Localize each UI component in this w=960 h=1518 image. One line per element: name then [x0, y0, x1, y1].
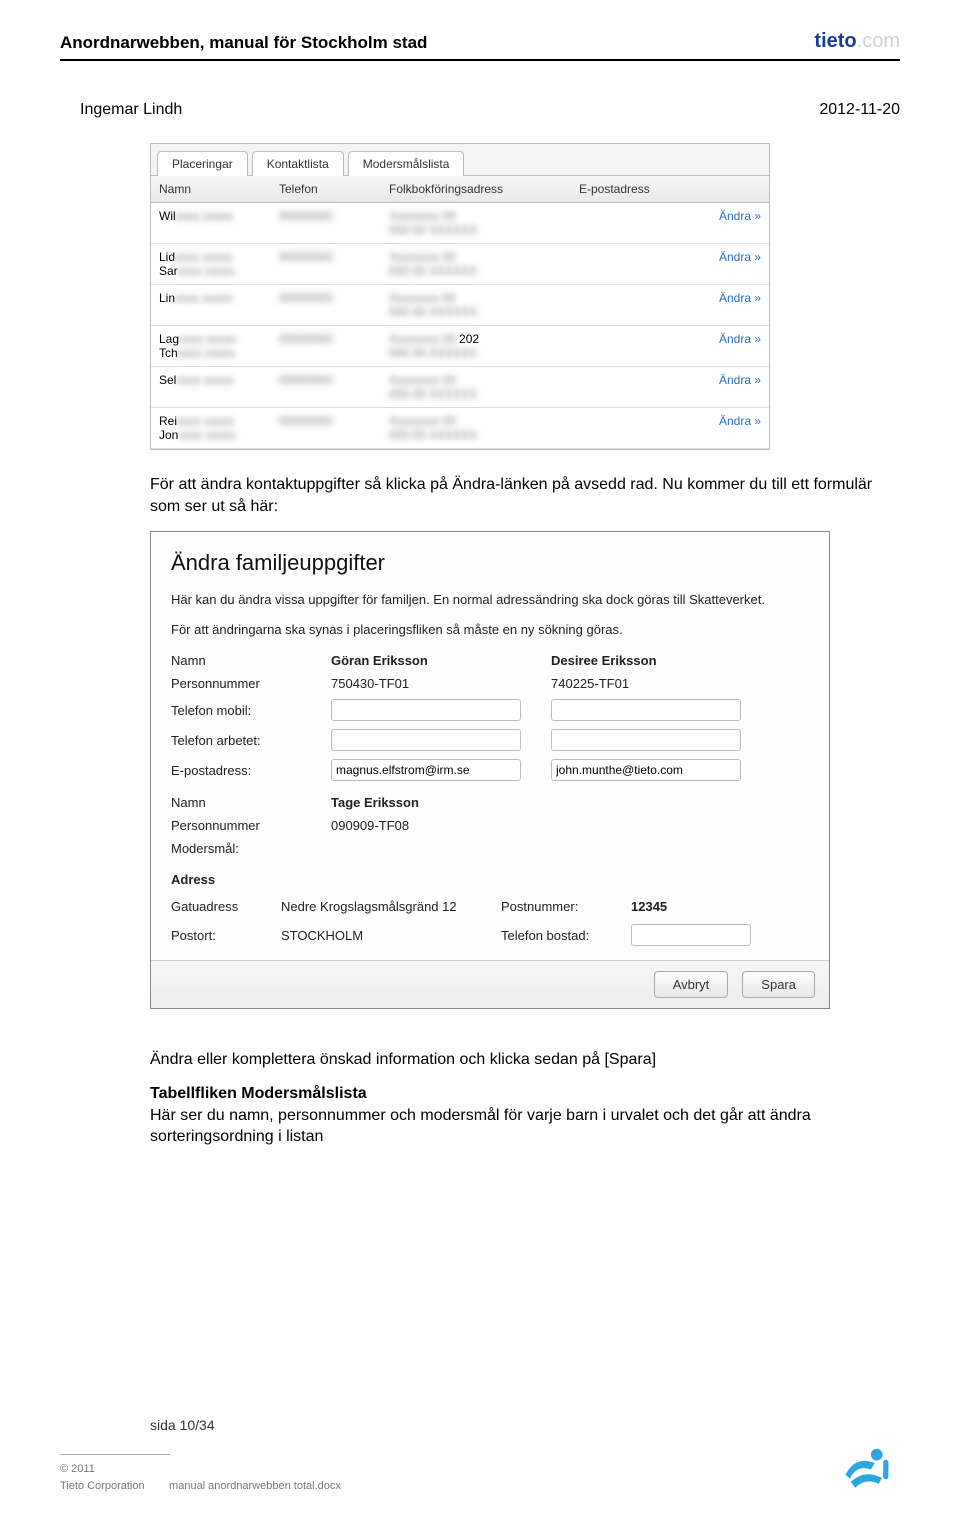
screenshot-contact-table: Placeringar Kontaktlista Modersmålslista… — [150, 143, 770, 450]
tab-modersmalslista[interactable]: Modersmålslista — [348, 151, 465, 176]
cell-telefon: 00000000 — [271, 285, 381, 311]
footer-filename: manual anordnarwebben total.docx — [169, 1480, 341, 1492]
cell-namn: Lagxxxx xxxxxTchxxxx xxxxx — [151, 326, 271, 366]
label-child-pnr: Personnummer — [171, 818, 331, 833]
cell-adress: Xxxxxxxx 00000 00 XXXXXX — [381, 244, 571, 284]
edit-link[interactable]: Ändra » — [719, 250, 761, 264]
doc-title: Anordnarwebben, manual för Stockholm sta… — [60, 33, 427, 53]
label-email: E-postadress: — [171, 763, 331, 778]
cell-telefon: 00000000 — [271, 367, 381, 393]
edit-link[interactable]: Ändra » — [719, 291, 761, 305]
col-adress: Folkbokföringsadress — [381, 176, 571, 202]
input-p1-email[interactable] — [331, 759, 521, 781]
input-p2-tel-mobil[interactable] — [551, 699, 741, 721]
cell-epost — [571, 285, 681, 297]
edit-link[interactable]: Ändra » — [719, 414, 761, 428]
value-gatuadress: Nedre Krogslagsmålsgränd 12 — [281, 899, 501, 914]
input-p2-email[interactable] — [551, 759, 741, 781]
cell-epost — [571, 408, 681, 420]
instruction-paragraph-1: För att ändra kontaktuppgifter så klicka… — [150, 474, 880, 517]
edit-link[interactable]: Ändra » — [719, 332, 761, 346]
cell-epost — [571, 203, 681, 215]
table-row: Lagxxxx xxxxxTchxxxx xxxxx00000000Xxxxxx… — [151, 326, 769, 367]
form-lead-1: Här kan du ändra vissa uppgifter för fam… — [171, 590, 809, 610]
input-p2-tel-arbetet[interactable] — [551, 729, 741, 751]
cell-namn: Selxxxx xxxxx — [151, 367, 271, 393]
tab-bar: Placeringar Kontaktlista Modersmålslista — [151, 144, 769, 175]
edit-link[interactable]: Ändra » — [719, 209, 761, 223]
cell-adress: Xxxxxxxx 00000 00 XXXXXX — [381, 203, 571, 243]
cell-namn: Wilxxxx xxxxx — [151, 203, 271, 229]
cancel-button[interactable]: Avbryt — [654, 971, 729, 998]
cell-telefon: 00000000 — [271, 203, 381, 229]
edit-link[interactable]: Ändra » — [719, 373, 761, 387]
table-row: Linxxxx xxxxx00000000Xxxxxxxx 00000 00 X… — [151, 285, 769, 326]
table-header: Namn Telefon Folkbokföringsadress E-post… — [151, 175, 769, 203]
value-p1-namn: Göran Eriksson — [331, 653, 551, 668]
value-postnummer: 12345 — [631, 899, 751, 914]
cell-telefon: 00000000 — [271, 408, 381, 434]
footer-copyright: © 2011 — [60, 1461, 341, 1478]
table-row: Reixxxx xxxxxJonxxxx xxxxx00000000Xxxxxx… — [151, 408, 769, 449]
label-tel-arbetet: Telefon arbetet: — [171, 733, 331, 748]
cell-epost — [571, 326, 681, 338]
col-epost: E-postadress — [571, 176, 681, 202]
tab-kontaktlista[interactable]: Kontaktlista — [252, 151, 344, 176]
table-row: Wilxxxx xxxxx00000000Xxxxxxxx 00000 00 X… — [151, 203, 769, 244]
label-postnummer: Postnummer: — [501, 899, 631, 914]
label-postort: Postort: — [171, 928, 281, 943]
cell-adress: Xxxxxxxx 00000 00 XXXXXX — [381, 367, 571, 407]
label-modersmal: Modersmål: — [171, 841, 331, 856]
input-p1-tel-arbetet[interactable] — [331, 729, 521, 751]
input-p1-tel-mobil[interactable] — [331, 699, 521, 721]
label-tel-bostad: Telefon bostad: — [501, 928, 631, 943]
cell-telefon: 00000000 — [271, 244, 381, 270]
brand-main: tieto — [814, 30, 856, 52]
label-pnr: Personnummer — [171, 676, 331, 691]
col-namn: Namn — [151, 176, 271, 202]
page-number: sida 10/34 — [60, 1415, 341, 1436]
author: Ingemar Lindh — [80, 101, 182, 119]
tab-placeringar[interactable]: Placeringar — [157, 151, 248, 176]
label-child-namn: Namn — [171, 795, 331, 810]
section-title-modersmalslista: Tabellfliken Modersmålslista — [150, 1085, 880, 1103]
value-p2-namn: Desiree Eriksson — [551, 653, 771, 668]
cell-telefon: 00000000 — [271, 326, 381, 352]
footer-corp: Tieto Corporation — [60, 1480, 145, 1492]
label-gatuadress: Gatuadress — [171, 899, 281, 914]
cell-namn: Reixxxx xxxxxJonxxxx xxxxx — [151, 408, 271, 448]
instruction-paragraph-2: Ändra eller komplettera önskad informati… — [150, 1049, 880, 1071]
section-body-modersmalslista: Här ser du namn, personnummer och moders… — [150, 1105, 880, 1148]
value-p1-pnr: 750430-TF01 — [331, 676, 551, 691]
value-child-pnr: 090909-TF08 — [331, 818, 551, 833]
value-postort: STOCKHOLM — [281, 928, 501, 943]
label-tel-mobil: Telefon mobil: — [171, 703, 331, 718]
cell-namn: Linxxxx xxxxx — [151, 285, 271, 311]
cell-namn: Lidxxxx xxxxxSarxxxx xxxxx — [151, 244, 271, 284]
save-button[interactable]: Spara — [742, 971, 815, 998]
doc-date: 2012-11-20 — [819, 101, 900, 119]
screenshot-edit-family-form: Ändra familjeuppgifter Här kan du ändra … — [150, 531, 830, 1009]
form-lead-2: För att ändringarna ska synas i placerin… — [171, 620, 809, 640]
cell-adress: Xxxxxxxx 00000 00 XXXXXX — [381, 285, 571, 325]
tieto-logo-icon — [830, 1439, 900, 1494]
table-row: Lidxxxx xxxxxSarxxxx xxxxx00000000Xxxxxx… — [151, 244, 769, 285]
cell-adress: Xxxxxxxx 00 202000 00 XXXXXX — [381, 326, 571, 366]
brand-logo-text: tieto.com — [814, 30, 900, 53]
cell-epost — [571, 244, 681, 256]
cell-adress: Xxxxxxxx 00000 00 XXXXXX — [381, 408, 571, 448]
form-title: Ändra familjeuppgifter — [171, 550, 809, 576]
table-row: Selxxxx xxxxx00000000Xxxxxxxx 00000 00 X… — [151, 367, 769, 408]
col-telefon: Telefon — [271, 176, 381, 202]
cell-epost — [571, 367, 681, 379]
value-p2-pnr: 740225-TF01 — [551, 676, 771, 691]
value-child-namn: Tage Eriksson — [331, 795, 551, 810]
brand-com: com — [862, 30, 900, 52]
subheading-adress: Adress — [171, 872, 809, 887]
input-tel-bostad[interactable] — [631, 924, 751, 946]
label-namn: Namn — [171, 653, 331, 668]
